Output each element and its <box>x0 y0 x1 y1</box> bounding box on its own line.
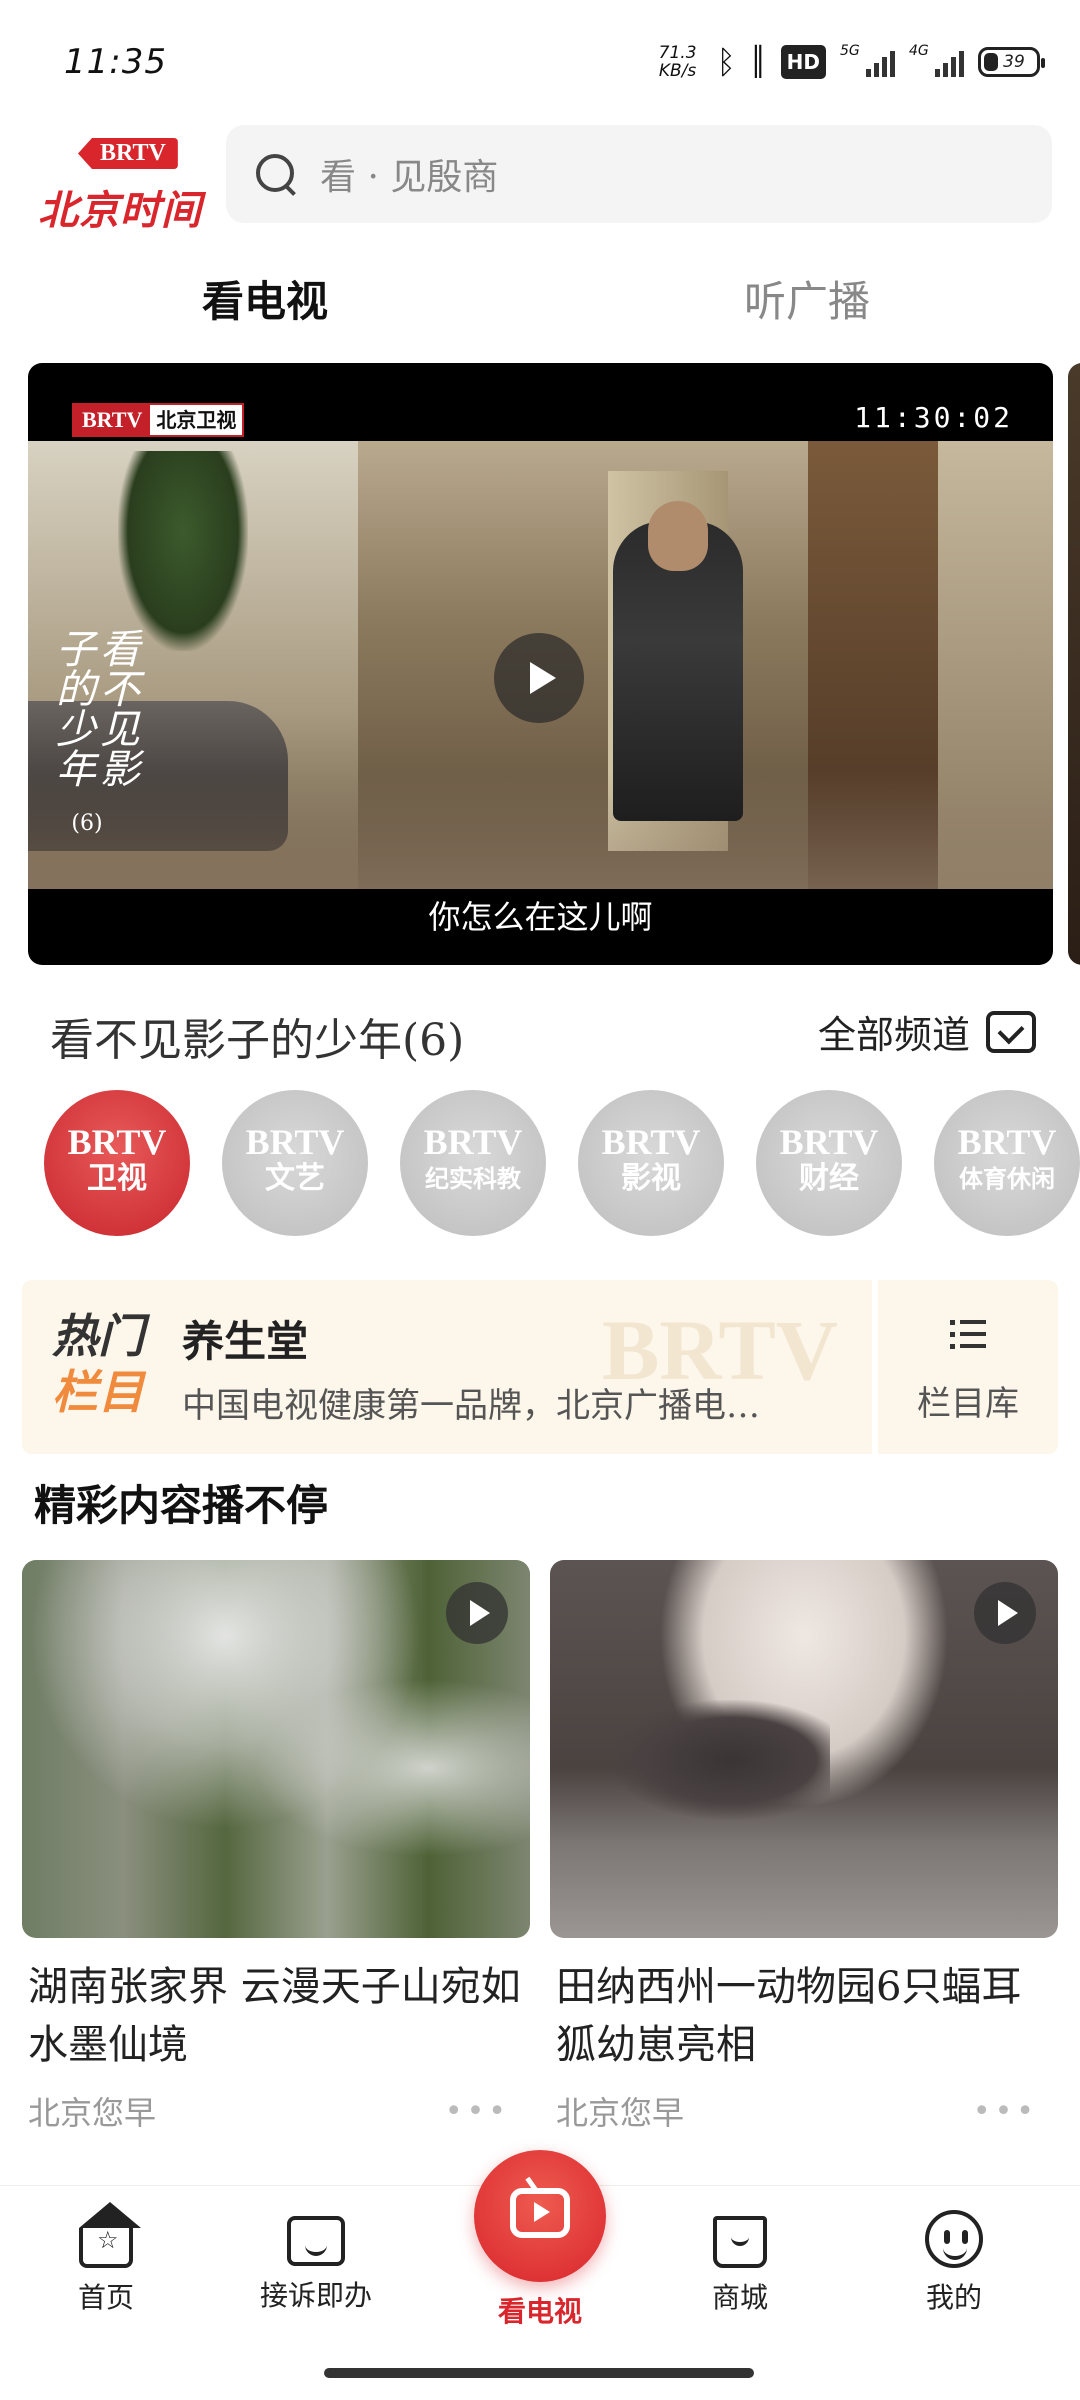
show-title-overlay-text: 看不见影子的少年 <box>49 628 139 788</box>
video-card-source: 北京您早 <box>28 2094 157 2132</box>
video-card-meta: 北京您早 ••• <box>550 2088 1058 2134</box>
channel-name: 体育休闲 <box>959 1165 1055 1193</box>
channel-watermark-name: 北京卫视 <box>150 405 243 435</box>
app-header: BRTV 北京时间 看 · 见殷商 <box>0 120 1080 234</box>
video-subtitle: 你怎么在这儿啊 <box>428 898 653 936</box>
signal-5g-label: 5G <box>840 43 860 59</box>
nav-watch-tv[interactable] <box>474 2150 606 2282</box>
video-card-meta: 北京您早 ••• <box>22 2088 530 2134</box>
video-card-source: 北京您早 <box>556 2094 685 2132</box>
channel-name: 影视 <box>621 1161 681 1196</box>
channel-brand: BRTV <box>423 1122 523 1162</box>
battery-level: 39 <box>1003 52 1025 72</box>
channel-brand: BRTV <box>957 1122 1057 1162</box>
hot-column-name: 养生堂 <box>182 1317 309 1366</box>
search-icon <box>254 152 298 196</box>
play-icon <box>974 1582 1036 1644</box>
channel-brtv-finance[interactable]: BRTV 财经 <box>756 1090 902 1236</box>
channel-brtv-arts[interactable]: BRTV 文艺 <box>222 1090 368 1236</box>
top-tabs: 看电视 听广播 <box>0 260 1080 340</box>
channel-selector: BRTV 卫视 BRTV 文艺 BRTV 纪实科教 BRTV 影视 BRTV 财… <box>0 1090 1080 1240</box>
section-title: 精彩内容播不停 <box>34 1481 329 1530</box>
list-icon <box>950 1320 986 1350</box>
channel-name: 卫视 <box>87 1161 147 1196</box>
tab-listen-radio[interactable]: 听广播 <box>744 268 870 329</box>
shopping-bag-icon <box>713 2216 767 2268</box>
live-video-player[interactable]: BRTV 北京卫视 11:30:02 看不见影子的少年 (6) 你怎么在这儿啊 <box>28 363 1053 965</box>
channel-brand: BRTV <box>601 1122 701 1162</box>
chat-icon <box>287 2216 345 2266</box>
nav-watch-tv-label[interactable]: 看电视 <box>474 2290 606 2330</box>
logo-brtv-mark: BRTV <box>78 138 178 169</box>
nav-profile[interactable]: 我的 <box>874 2210 1034 2316</box>
status-icons: 71.3 KB/s ᛒ ║ HD 5G 4G 39 <box>653 40 1045 84</box>
video-thumbnail[interactable] <box>550 1560 1058 1938</box>
tv-play-icon <box>510 2188 570 2238</box>
all-channels-label: 全部频道 <box>817 1013 970 1057</box>
hd-voice-badge: HD <box>780 45 826 79</box>
column-library-label: 栏目库 <box>917 1384 1019 1424</box>
signal-4g-label: 4G <box>909 43 929 59</box>
channel-brtv-documentary[interactable]: BRTV 纪实科教 <box>400 1090 546 1236</box>
video-card-title: 田纳西州一动物园6只蝠耳狐幼崽亮相 <box>556 1964 1022 2068</box>
channel-brtv-sports[interactable]: BRTV 体育休闲 <box>934 1090 1080 1236</box>
vibrate-icon: ║ <box>749 45 767 78</box>
tab-watch-tv[interactable]: 看电视 <box>202 268 328 329</box>
network-speed: 71.3 KB/s <box>653 44 703 80</box>
channel-name: 文艺 <box>265 1161 325 1196</box>
search-placeholder: 看 · 见殷商 <box>320 157 499 198</box>
channel-brand: BRTV <box>67 1122 167 1162</box>
network-speed-unit: KB/s <box>658 61 697 81</box>
nav-home[interactable]: 首页 <box>26 2202 186 2316</box>
status-time: 11:35 <box>64 42 167 82</box>
channel-watermark: BRTV 北京卫视 <box>72 403 245 437</box>
video-card-title: 湖南张家界 云漫天子山宛如水墨仙境 <box>28 1964 521 2068</box>
broadcast-clock: 11:30:02 <box>854 401 1013 434</box>
channel-brand: BRTV <box>779 1122 879 1162</box>
nav-complaints[interactable]: 接诉即办 <box>236 2210 396 2314</box>
search-bar[interactable]: 看 · 见殷商 <box>226 125 1052 223</box>
hot-column-description: 中国电视健康第一品牌，北京广播电… <box>182 1386 760 1426</box>
tv-icon <box>986 1010 1036 1053</box>
hot-badge-line1: 热门 <box>52 1309 144 1363</box>
column-library-button[interactable]: 栏目库 <box>878 1280 1058 1454</box>
video-thumbnail[interactable] <box>22 1560 530 1938</box>
more-options-icon[interactable]: ••• <box>973 2094 1038 2129</box>
home-indicator[interactable] <box>324 2368 754 2378</box>
network-speed-value: 71.3 <box>658 43 697 63</box>
video-card[interactable]: 湖南张家界 云漫天子山宛如水墨仙境 北京您早 ••• <box>22 1560 530 2134</box>
channel-name: 纪实科教 <box>425 1165 521 1193</box>
signal-4g-icon: 4G <box>909 43 964 77</box>
brtv-logo[interactable]: BRTV 北京时间 <box>36 130 206 234</box>
channel-brtv-film[interactable]: BRTV 影视 <box>578 1090 724 1236</box>
play-icon <box>446 1582 508 1644</box>
nav-profile-label: 我的 <box>925 2281 982 2314</box>
show-title-overlay-episode: (6) <box>71 811 103 836</box>
hot-column-banner: BRTV 热门 栏目 养生堂 中国电视健康第一品牌，北京广播电… 栏目库 <box>22 1280 1058 1454</box>
all-channels-link[interactable]: 全部频道 <box>818 1004 1036 1059</box>
channel-watermark-brand: BRTV <box>74 405 151 435</box>
nav-complaints-label: 接诉即办 <box>259 2279 372 2312</box>
hot-badge-line2: 栏目 <box>52 1365 144 1419</box>
next-player-card-peek[interactable] <box>1068 363 1080 965</box>
battery-icon: 39 <box>978 47 1045 77</box>
profile-face-icon <box>925 2210 983 2268</box>
channel-name: 财经 <box>799 1161 859 1196</box>
more-options-icon[interactable]: ••• <box>445 2094 510 2129</box>
channel-brand: BRTV <box>245 1122 345 1162</box>
bluetooth-icon: ᛒ <box>716 43 736 81</box>
nav-mall-label: 商城 <box>711 2281 768 2314</box>
nav-home-label: 首页 <box>77 2281 134 2314</box>
home-icon <box>79 2202 141 2268</box>
channel-brtv-satellite[interactable]: BRTV 卫视 <box>44 1090 190 1236</box>
hot-column-badge: 热门 栏目 <box>52 1308 162 1420</box>
play-button[interactable] <box>494 633 584 723</box>
signal-5g-icon: 5G <box>840 43 895 77</box>
status-bar: 11:35 71.3 KB/s ᛒ ║ HD 5G 4G 39 <box>0 0 1080 120</box>
video-card[interactable]: 田纳西州一动物园6只蝠耳狐幼崽亮相 北京您早 ••• <box>550 1560 1058 2134</box>
nav-mall[interactable]: 商城 <box>660 2210 820 2316</box>
logo-text: 北京时间 <box>38 188 202 234</box>
now-playing-title: 看不见影子的少年(6) <box>50 1015 465 1066</box>
show-title-overlay: 看不见影子的少年 (6) <box>49 613 139 836</box>
